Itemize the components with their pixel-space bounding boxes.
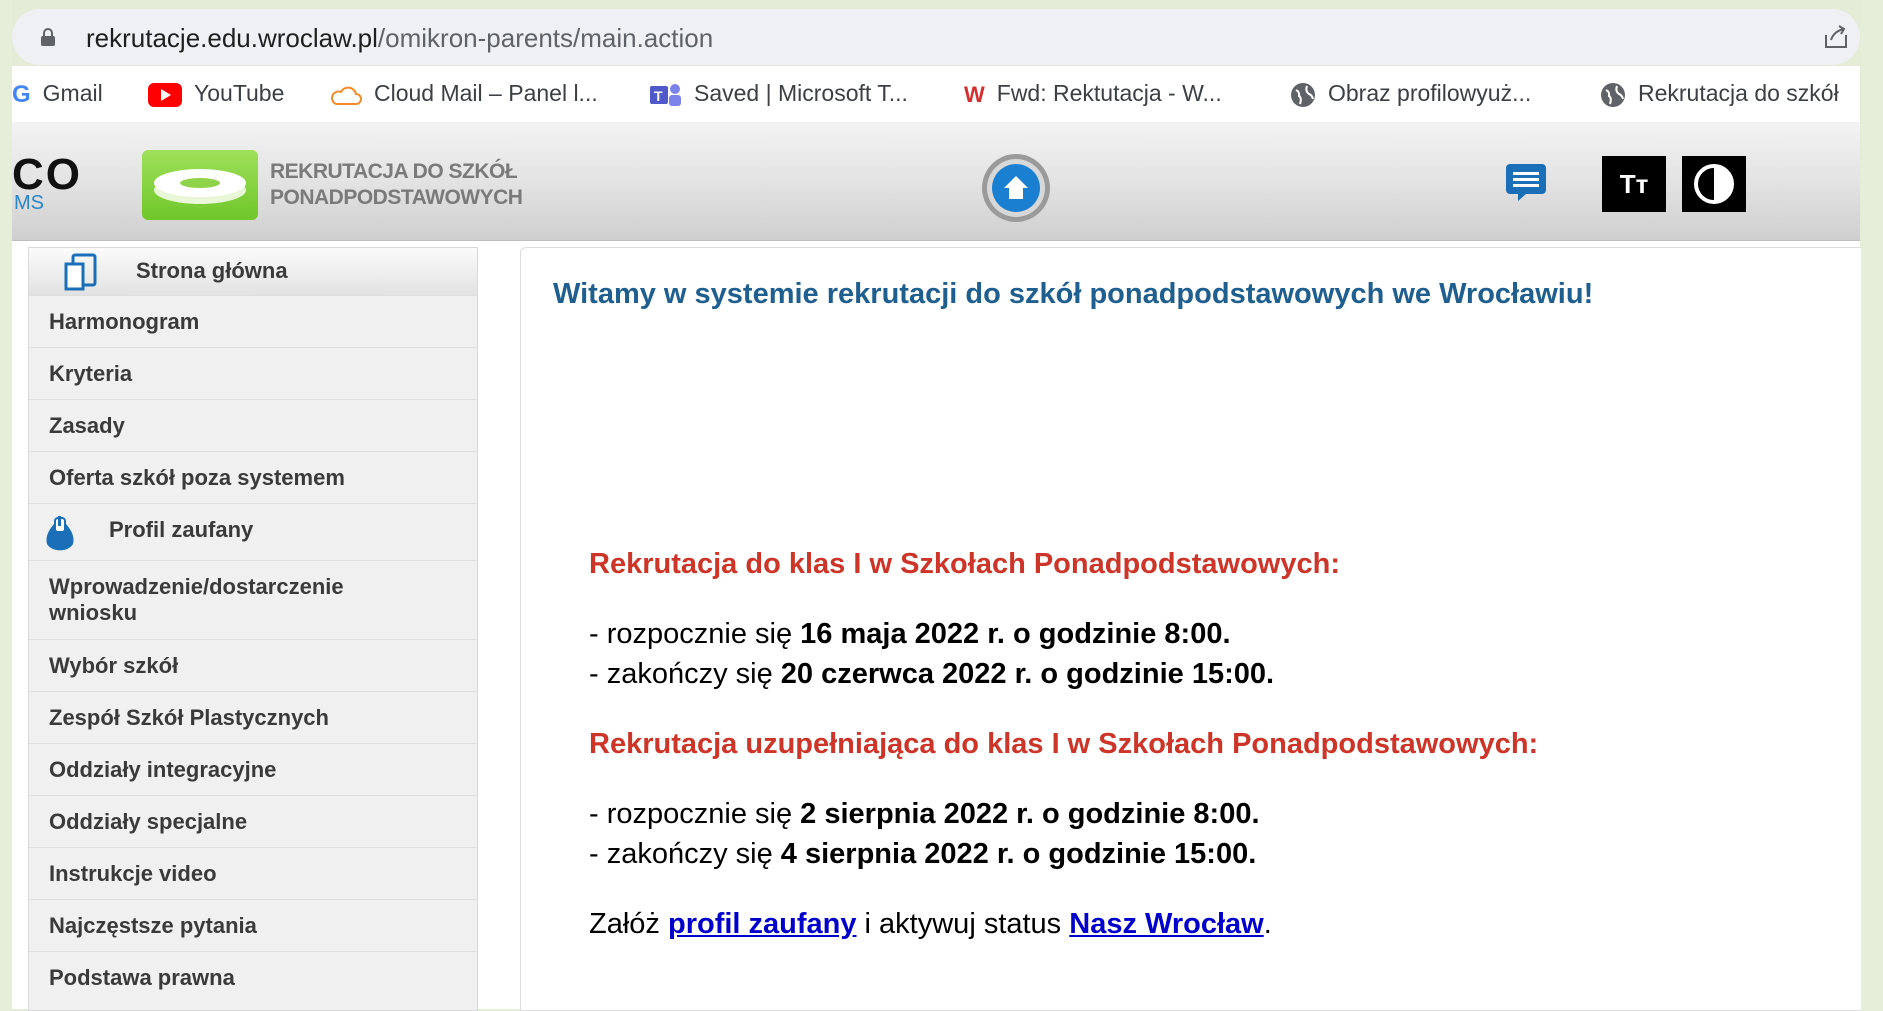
sidebar-item-zespol-szkol-plastycznych[interactable]: Zespół Szkół Plastycznych <box>29 692 477 744</box>
start-prefix: - rozpocznie się <box>589 618 801 650</box>
bookmark-label: Fwd: Rektutacja - W... <box>996 80 1222 106</box>
gmail-icon: G <box>12 80 31 108</box>
bookmark-label: YouTube <box>194 80 285 106</box>
sidebar-item-label: Zespół Szkół Plastycznych <box>49 705 329 730</box>
cloud-mail-icon <box>331 86 362 105</box>
brand-sub: MS <box>14 192 44 214</box>
sidebar-item-label: Oddziały integracyjne <box>49 757 277 782</box>
bookmark-label: Cloud Mail – Panel l... <box>374 80 598 106</box>
slide-frame-right <box>1861 0 1883 1009</box>
end-prefix: - zakończy się <box>589 838 781 870</box>
sidebar-item-oddzialy-specjalne[interactable]: Oddziały specjalne <box>29 796 477 848</box>
home-icon[interactable] <box>980 152 1052 224</box>
bookmark-youtube[interactable]: YouTube <box>148 80 284 107</box>
bookmark-teams[interactable]: T Saved | Microsoft T... <box>650 80 908 108</box>
sidebar-menu: Strona główna Harmonogram Kryteria Zasad… <box>28 247 478 1011</box>
bookmarks-bar: G Gmail YouTube Cloud Mail – Panel l... T… <box>12 66 1860 122</box>
bookmark-label: Gmail <box>42 80 103 106</box>
sidebar-item-label: Oferta szkół poza systemem <box>49 465 345 490</box>
sidebar-item-najczestsze-pytania[interactable]: Najczęstsze pytania <box>29 900 477 952</box>
sidebar-item-wprowadzenie-wniosku[interactable]: Wprowadzenie/dostarczenie wniosku <box>29 561 477 640</box>
address-bar[interactable]: rekrutacje.edu.wroclaw.pl/omikron-parent… <box>12 9 1860 65</box>
bookmark-obraz-profilowy[interactable]: Obraz profilowyuż... <box>1290 80 1531 108</box>
sidebar-item-label-line2: wniosku <box>49 600 138 625</box>
end-date: 4 sierpnia 2022 r. o godzinie 15:00. <box>780 838 1257 870</box>
url-path: /omikron-parents/main.action <box>377 23 714 53</box>
bookmark-webmail[interactable]: W Fwd: Rektutacja - W... <box>964 80 1222 108</box>
main-panel: Witamy w systemie rekrutacji do szkół po… <box>520 247 1861 1011</box>
sidebar-item-wybor-szkol[interactable]: Wybór szkół <box>29 640 477 692</box>
document-icon <box>64 253 97 291</box>
bookmark-cloud-mail[interactable]: Cloud Mail – Panel l... <box>330 80 598 107</box>
url-host: rekrutacje.edu.wroclaw.pl <box>86 23 378 53</box>
nasz-wroclaw-link[interactable]: Nasz Wrocław <box>1069 908 1263 940</box>
slide-frame-left <box>0 0 12 1009</box>
sidebar-item-harmonogram[interactable]: Harmonogram <box>29 296 477 348</box>
sidebar-item-label: Oddziały specjalne <box>49 809 248 834</box>
bookmark-label: Obraz profilowyuż... <box>1328 80 1532 106</box>
svg-text:T: T <box>654 88 663 104</box>
youtube-icon <box>148 82 182 107</box>
contrast-button[interactable] <box>1682 156 1746 212</box>
logo-disc-icon <box>154 169 246 204</box>
profile-trusted-icon <box>46 516 74 551</box>
info-prefix: Załóż <box>589 908 668 940</box>
bookmark-rekrutacja[interactable]: Rekrutacja do szkół <box>1600 80 1839 108</box>
sidebar-item-label: Podstawa prawna <box>49 965 235 990</box>
teams-icon: T <box>650 83 681 106</box>
start-date: 2 sierpnia 2022 r. o godzinie 8:00. <box>800 798 1260 830</box>
sidebar-item-label: Wybór szkół <box>49 653 179 678</box>
welcome-heading: Witamy w systemie rekrutacji do szkół po… <box>553 278 1594 310</box>
info-suffix: . <box>1263 908 1272 940</box>
url-text[interactable]: rekrutacje.edu.wroclaw.pl/omikron-parent… <box>86 23 713 54</box>
profil-zaufany-link[interactable]: profil zaufany <box>668 908 857 940</box>
end-prefix: - zakończy się <box>589 658 781 690</box>
lock-icon <box>41 28 55 46</box>
share-icon[interactable] <box>1822 23 1850 51</box>
supplementary-recruitment-heading: Rekrutacja uzupełniająca do klas I w Szk… <box>589 728 1539 760</box>
bookmark-gmail[interactable]: G Gmail <box>12 80 103 109</box>
sidebar-item-label: Strona główna <box>136 258 288 283</box>
recruitment-end-line: - zakończy się 20 czerwca 2022 r. o godz… <box>589 658 1274 691</box>
contrast-icon <box>1694 164 1734 204</box>
sidebar-item-label: Harmonogram <box>49 309 200 334</box>
start-date: 16 maja 2022 r. o godzinie 8:00. <box>800 618 1231 650</box>
globe-icon <box>1291 82 1315 107</box>
supplementary-end-line: - zakończy się 4 sierpnia 2022 r. o godz… <box>589 838 1256 871</box>
sidebar-item-profil-zaufany[interactable]: Profil zaufany <box>29 504 477 561</box>
sidebar-item-kryteria[interactable]: Kryteria <box>29 348 477 400</box>
sidebar-item-label: Kryteria <box>49 361 133 386</box>
sidebar-item-podstawa-prawna[interactable]: Podstawa prawna <box>29 952 477 1008</box>
sidebar-item-oddzialy-integracyjne[interactable]: Oddziały integracyjne <box>29 744 477 796</box>
content-area: Strona główna Harmonogram Kryteria Zasad… <box>12 241 1861 1011</box>
webmail-icon: W <box>964 81 985 107</box>
site-header: CO MS REKRUTACJA DO SZKÓŁ PONADPODSTAWOW… <box>12 122 1860 241</box>
start-prefix: - rozpocznie się <box>589 798 801 830</box>
info-middle: i aktywuj status <box>856 908 1070 940</box>
supplementary-start-line: - rozpocznie się 2 sierpnia 2022 r. o go… <box>589 798 1260 831</box>
sidebar-item-label: Zasady <box>49 413 125 438</box>
profile-info-line: Załóż profil zaufany i aktywuj status Na… <box>589 908 1272 941</box>
message-icon[interactable] <box>1504 162 1548 202</box>
font-size-button[interactable]: Tт <box>1602 156 1666 212</box>
logo-title-line1: REKRUTACJA DO SZKÓŁ <box>270 160 518 183</box>
sidebar-item-oferta[interactable]: Oferta szkół poza systemem <box>29 452 477 504</box>
sidebar-item-label: Wprowadzenie/dostarczenie <box>49 574 344 599</box>
sidebar-item-strona-glowna[interactable]: Strona główna <box>29 248 477 296</box>
sidebar-item-label: Najczęstsze pytania <box>49 913 257 938</box>
recruitment-start-line: - rozpocznie się 16 maja 2022 r. o godzi… <box>589 618 1231 651</box>
sidebar-item-label: Instrukcje video <box>49 861 217 886</box>
rekrutacja-logo[interactable] <box>142 150 258 220</box>
sidebar-item-instrukcje-video[interactable]: Instrukcje video <box>29 848 477 900</box>
globe-icon <box>1601 82 1625 107</box>
end-date: 20 czerwca 2022 r. o godzinie 15:00. <box>780 658 1275 690</box>
bookmark-label: Saved | Microsoft T... <box>694 80 908 106</box>
sidebar-item-zasady[interactable]: Zasady <box>29 400 477 452</box>
recruitment-heading: Rekrutacja do klas I w Szkołach Ponadpod… <box>589 548 1340 580</box>
bookmark-label: Rekrutacja do szkół <box>1638 80 1839 106</box>
sidebar-item-label: Profil zaufany <box>109 517 254 542</box>
logo-title-line2: PONADPODSTAWOWYCH <box>270 186 523 209</box>
